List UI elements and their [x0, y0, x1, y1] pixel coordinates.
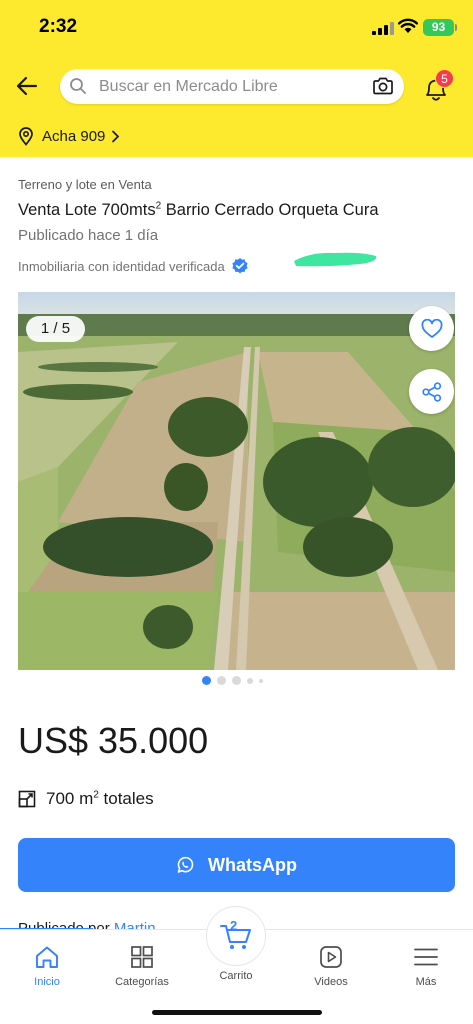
location-selector[interactable]: Acha 909	[18, 125, 120, 147]
photo-counter: 1 / 5	[26, 316, 85, 342]
location-text: Acha 909	[42, 127, 106, 145]
seller-text: Inmobiliaria con identidad verificada	[18, 258, 225, 274]
title-suffix: Barrio Cerrado Orqueta Cura	[161, 201, 379, 219]
camera-icon[interactable]	[372, 76, 394, 96]
photo-pagination	[202, 676, 263, 685]
area-size-icon	[18, 790, 36, 808]
cart-count: 2	[230, 918, 238, 933]
nav-label-mas: Más	[415, 976, 437, 988]
location-pin-icon	[19, 126, 33, 146]
share-button[interactable]	[409, 369, 454, 414]
pagination-dot	[217, 676, 226, 685]
area-info: 700 m2 totales	[18, 789, 154, 809]
nav-item-videos[interactable]: Videos	[291, 944, 371, 988]
listing-photo[interactable]: 1 / 5	[18, 292, 455, 670]
area-prefix: 700 m	[46, 789, 94, 808]
aerial-land-photo	[18, 292, 455, 670]
seller-info[interactable]: Inmobiliaria con identidad verificada	[18, 257, 249, 275]
whatsapp-label: WhatsApp	[208, 854, 297, 875]
nav-item-carrito[interactable]: 2	[206, 906, 266, 966]
verified-badge-icon	[232, 258, 248, 274]
nav-item-inicio[interactable]: Inicio	[7, 944, 87, 988]
signal-icon	[372, 22, 394, 35]
listing-category: Terreno y lote en Venta	[18, 177, 152, 192]
home-icon	[36, 946, 58, 968]
whatsapp-button[interactable]: WhatsApp	[18, 838, 455, 892]
back-button[interactable]	[14, 72, 42, 100]
chevron-right-icon	[112, 130, 120, 142]
wifi-icon	[398, 18, 418, 33]
play-icon	[320, 946, 342, 968]
arrow-left-icon	[16, 76, 38, 96]
whatsapp-icon	[177, 856, 194, 873]
home-indicator	[152, 1010, 322, 1015]
nav-label-categorias: Categorías	[115, 976, 169, 988]
menu-icon	[414, 948, 438, 966]
grid-icon	[131, 946, 153, 968]
listing-title: Venta Lote 700mts2 Barrio Cerrado Orquet…	[18, 201, 379, 220]
heart-icon	[421, 318, 442, 338]
favorite-button[interactable]	[409, 306, 454, 351]
share-icon	[421, 381, 441, 402]
search-input[interactable]: Buscar en Mercado Libre	[60, 69, 404, 104]
area-text: 700 m2 totales	[46, 789, 154, 809]
notifications-button[interactable]: 5	[421, 67, 461, 103]
status-time: 2:32	[39, 16, 78, 37]
nav-item-mas[interactable]: Más	[386, 944, 466, 988]
nav-item-categorias[interactable]: Categorías	[102, 944, 182, 988]
pagination-dot	[247, 677, 253, 684]
app-header: 2:32 93 Buscar en Mercado Libre 5 Acha 9…	[0, 0, 473, 157]
published-date: Publicado hace 1 día	[18, 227, 159, 244]
battery-indicator: 93	[423, 19, 457, 36]
pagination-dot	[259, 678, 263, 683]
pagination-dot	[232, 676, 241, 685]
listing-price: US$ 35.000	[18, 720, 209, 761]
pagination-dot	[202, 676, 211, 685]
notification-badge: 5	[435, 69, 454, 88]
area-suffix: totales	[98, 789, 154, 808]
search-placeholder: Buscar en Mercado Libre	[99, 78, 278, 95]
search-icon	[70, 78, 86, 94]
nav-label-videos: Videos	[314, 976, 348, 988]
nav-label-carrito: Carrito	[219, 970, 253, 982]
title-prefix: Venta Lote 700mts	[18, 201, 156, 219]
nav-label-inicio: Inicio	[34, 976, 60, 988]
redaction-mark	[294, 252, 377, 267]
